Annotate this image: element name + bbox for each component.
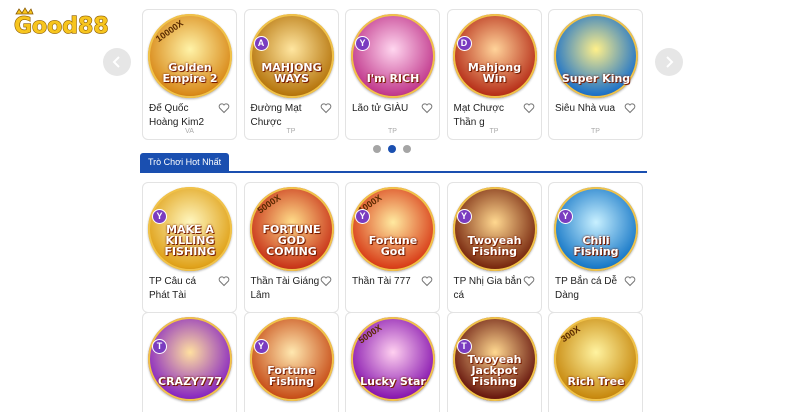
game-art-title: Lucky Star bbox=[360, 375, 426, 388]
game-name[interactable]: Lão tử GIÀU bbox=[352, 102, 422, 116]
game-thumbnail[interactable]: 10000X Golden Empire 2 bbox=[148, 14, 232, 98]
game-art-title: Chili Fishing bbox=[573, 234, 619, 258]
game-name[interactable]: Siêu Nhà vua bbox=[555, 102, 625, 116]
game-art-title: MAHJONG WAYS bbox=[261, 61, 322, 85]
multiplier-label: 5000X bbox=[254, 192, 283, 216]
game-card[interactable]: Y Twoyeah Fishing TP Nhị Gia bắn cá bbox=[446, 182, 542, 313]
game-art-title: MAKE A KILLING FISHING bbox=[164, 223, 216, 258]
game-thumbnail[interactable]: Y MAKE A KILLING FISHING bbox=[148, 187, 232, 271]
multiplier-label: 300X bbox=[559, 323, 582, 345]
carousel-row: 10000X Golden Empire 2 Đế Quốc Hoàng Kim2 V… bbox=[142, 9, 646, 141]
carousel-dot-2[interactable] bbox=[388, 145, 396, 153]
provider-badge: A bbox=[253, 36, 269, 51]
game-card[interactable]: 300X Rich Tree bbox=[548, 312, 643, 412]
section-divider bbox=[140, 171, 647, 173]
game-thumbnail[interactable]: Y Chili Fishing bbox=[554, 187, 638, 271]
game-card[interactable]: T Twoyeah Jackpot Fishing bbox=[446, 312, 542, 412]
carousel-next-button[interactable] bbox=[655, 48, 683, 76]
game-art-title: Fortune God bbox=[368, 234, 418, 258]
game-card[interactable]: 5000X Lucky Star bbox=[345, 312, 440, 412]
heart-outline-icon[interactable] bbox=[523, 275, 535, 287]
provider-label: TP bbox=[489, 128, 499, 135]
game-art-title: Rich Tree bbox=[567, 375, 625, 388]
carousel-dot-1[interactable] bbox=[373, 145, 381, 153]
game-thumbnail[interactable]: T CRAZY777 bbox=[148, 317, 232, 401]
provider-label: TP bbox=[286, 128, 296, 135]
game-thumbnail[interactable]: Y Fortune Fishing bbox=[249, 317, 334, 401]
carousel-dot-3[interactable] bbox=[403, 145, 411, 153]
heart-outline-icon[interactable] bbox=[320, 275, 332, 287]
game-thumbnail[interactable]: T Twoyeah Jackpot Fishing bbox=[452, 317, 537, 401]
game-card[interactable]: T CRAZY777 bbox=[142, 312, 237, 412]
game-name[interactable]: Đế Quốc Hoàng Kim2 bbox=[149, 102, 219, 130]
game-art-title: CRAZY777 bbox=[158, 375, 222, 388]
game-card[interactable]: 1000X Y Fortune God Thần Tài 777 bbox=[345, 182, 440, 313]
heart-outline-icon[interactable] bbox=[624, 102, 636, 114]
game-thumbnail[interactable]: A MAHJONG WAYS bbox=[249, 14, 334, 98]
hot-games-row: Y MAKE A KILLING FISHING TP Câu cá Phát Tà… bbox=[142, 182, 646, 314]
heart-outline-icon[interactable] bbox=[421, 102, 433, 114]
game-art-title: I'm RICH bbox=[366, 72, 420, 85]
provider-label: TP bbox=[388, 128, 397, 135]
heart-outline-icon[interactable] bbox=[523, 102, 535, 114]
game-art-title: Golden Empire 2 bbox=[162, 61, 218, 85]
game-card[interactable]: 10000X Golden Empire 2 Đế Quốc Hoàng Kim2 V… bbox=[142, 9, 237, 140]
game-thumbnail[interactable]: 1000X Y Fortune God bbox=[351, 187, 435, 271]
game-thumbnail[interactable]: 5000X Lucky Star bbox=[351, 317, 435, 401]
chevron-right-icon bbox=[666, 56, 674, 68]
provider-badge: D bbox=[456, 36, 472, 51]
multiplier-label: 10000X bbox=[153, 18, 186, 44]
game-art-title: Twoyeah Fishing bbox=[467, 234, 522, 258]
game-art-title: Mahjong Win bbox=[467, 61, 522, 85]
game-thumbnail[interactable]: Y I'm RICH bbox=[351, 14, 435, 98]
provider-badge: Y bbox=[355, 209, 370, 224]
multiplier-label: 5000X bbox=[356, 322, 384, 346]
provider-label: TP bbox=[591, 128, 600, 135]
provider-badge: Y bbox=[253, 339, 269, 354]
game-card[interactable]: Y MAKE A KILLING FISHING TP Câu cá Phát Tà… bbox=[142, 182, 237, 313]
game-name[interactable]: TP Câu cá Phát Tài bbox=[149, 275, 219, 303]
game-name[interactable]: TP Bắn cá Dễ Dàng bbox=[555, 275, 625, 303]
chevron-left-icon bbox=[112, 56, 120, 68]
game-card[interactable]: Y Fortune Fishing bbox=[243, 312, 339, 412]
game-thumbnail[interactable]: Super King bbox=[554, 14, 638, 98]
heart-outline-icon[interactable] bbox=[218, 275, 230, 287]
brand-logo[interactable]: Good88 bbox=[12, 6, 116, 40]
provider-badge: Y bbox=[355, 36, 370, 51]
game-card[interactable]: Super King Siêu Nhà vua TP bbox=[548, 9, 643, 140]
section-title-hot-games[interactable]: Trò Chơi Hot Nhất bbox=[140, 153, 230, 171]
carousel-prev-button[interactable] bbox=[103, 48, 131, 76]
game-name[interactable]: TP Nhị Gia bắn cá bbox=[454, 275, 524, 303]
game-card[interactable]: Y Chili Fishing TP Bắn cá Dễ Dàng bbox=[548, 182, 643, 313]
game-name[interactable]: Mạt Chược Thần g bbox=[454, 102, 524, 130]
provider-badge: Y bbox=[456, 209, 472, 224]
carousel-dots bbox=[373, 145, 413, 155]
game-thumbnail[interactable]: 300X Rich Tree bbox=[554, 317, 638, 401]
provider-badge: T bbox=[456, 339, 472, 354]
game-art-title: FORTUNE GOD COMING bbox=[262, 223, 321, 258]
game-name[interactable]: Thần Tài 777 bbox=[352, 275, 422, 289]
provider-label: VA bbox=[185, 128, 194, 135]
game-thumbnail[interactable]: 5000X FORTUNE GOD COMING bbox=[249, 187, 334, 271]
game-name[interactable]: Đường Mạt Chược bbox=[251, 102, 321, 130]
game-card[interactable]: 5000X FORTUNE GOD COMING Thần Tài Giáng Lâ… bbox=[243, 182, 339, 313]
provider-badge: Y bbox=[558, 209, 573, 224]
heart-outline-icon[interactable] bbox=[218, 102, 230, 114]
more-games-row: T CRAZY777 Y Fortune Fishing 5000X Lucky Star… bbox=[142, 312, 646, 412]
heart-outline-icon[interactable] bbox=[624, 275, 636, 287]
provider-badge: Y bbox=[152, 209, 167, 224]
logo-text: Good88 bbox=[14, 14, 109, 39]
game-art-title: Fortune Fishing bbox=[267, 364, 316, 388]
heart-outline-icon[interactable] bbox=[320, 102, 332, 114]
heart-outline-icon[interactable] bbox=[421, 275, 433, 287]
game-thumbnail[interactable]: D Mahjong Win bbox=[452, 14, 537, 98]
game-art-title: Super King bbox=[561, 72, 631, 85]
game-art-title: Twoyeah Jackpot Fishing bbox=[467, 353, 522, 388]
game-card[interactable]: A MAHJONG WAYS Đường Mạt Chược TP bbox=[243, 9, 339, 140]
game-thumbnail[interactable]: Y Twoyeah Fishing bbox=[452, 187, 537, 271]
game-card[interactable]: D Mahjong Win Mạt Chược Thần g TP bbox=[446, 9, 542, 140]
game-name[interactable]: Thần Tài Giáng Lâm bbox=[251, 275, 321, 303]
provider-badge: T bbox=[152, 339, 167, 354]
game-card[interactable]: Y I'm RICH Lão tử GIÀU TP bbox=[345, 9, 440, 140]
